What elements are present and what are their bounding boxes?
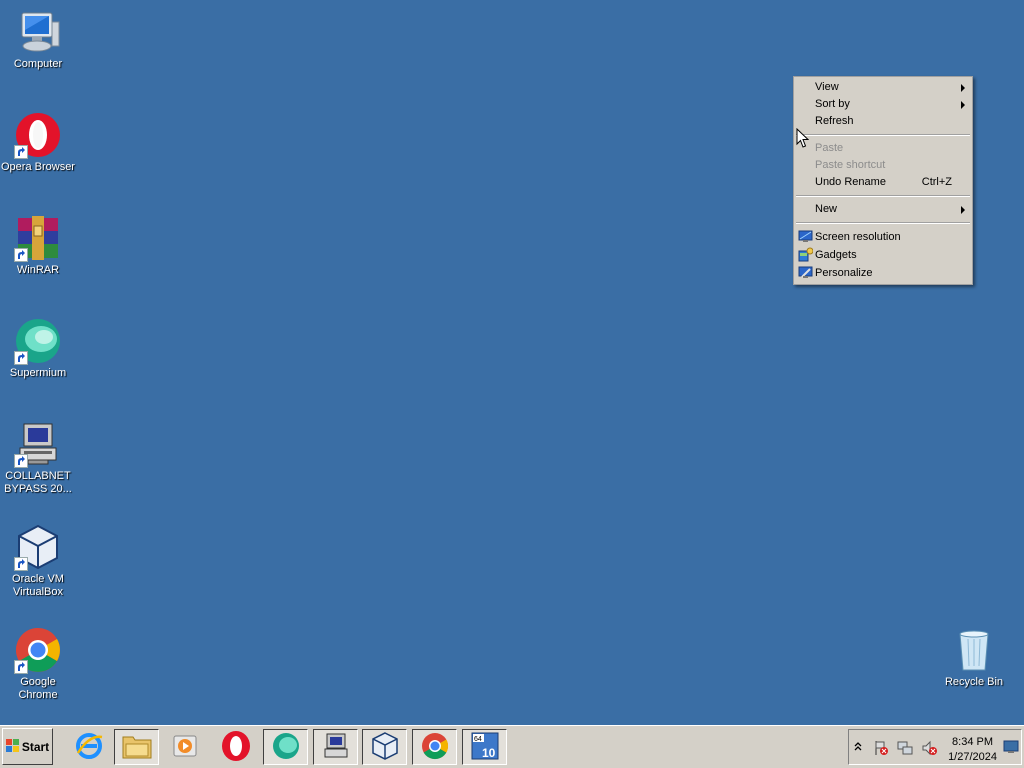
menu-item-label: Gadgets [815, 249, 857, 261]
file-explorer-icon [121, 731, 153, 764]
menu-item-view[interactable]: View [794, 79, 972, 96]
shortcut-arrow-icon [14, 557, 28, 571]
supermium-desktop-icon[interactable]: Supermium [0, 309, 76, 405]
personalize-icon [798, 265, 813, 280]
menu-item-shortcut: Ctrl+Z [921, 176, 952, 188]
menu-separator [796, 134, 970, 136]
show-hidden-icons[interactable] [854, 740, 862, 755]
menu-item-sort-by[interactable]: Sort by [794, 96, 972, 113]
taskbar-media-player[interactable] [162, 729, 207, 765]
shortcut-arrow-icon [14, 454, 28, 468]
network-pc-icon [14, 420, 62, 468]
winrar-desktop-icon[interactable]: WinRAR [0, 206, 76, 302]
menu-item-paste-shortcut: Paste shortcut [794, 157, 972, 174]
supermium-icon [14, 317, 62, 365]
clock[interactable]: 8:34 PM 1/27/2024 [948, 735, 997, 765]
computer-desktop-icon[interactable]: Computer [0, 0, 76, 96]
menu-item-label: Paste [815, 142, 844, 154]
taskbar-supermium[interactable] [263, 729, 308, 765]
screen-resolution-icon [798, 229, 813, 244]
submenu-arrow-icon [961, 84, 965, 92]
menu-separator [796, 222, 970, 224]
menu-item-screen-resolution[interactable]: Screen resolution [794, 228, 972, 246]
app-64-10-icon: 64 10 [470, 731, 500, 764]
desktop-icon-label: Supermium [9, 367, 67, 379]
opera-icon [14, 111, 62, 159]
mouse-pointer-icon [796, 127, 810, 152]
chrome-desktop-icon[interactable]: Google Chrome [0, 618, 76, 714]
menu-item-gadgets[interactable]: Gadgets [794, 246, 972, 264]
opera-icon [220, 730, 252, 765]
desktop-icon-label: COLLABNET BYPASS 20... [4, 470, 72, 495]
menu-item-label: View [815, 81, 839, 93]
collabnet-desktop-icon[interactable]: COLLABNET BYPASS 20... [0, 412, 76, 508]
menu-item-label: Screen resolution [815, 231, 901, 243]
menu-item-label: New [815, 203, 838, 215]
action-center-flag-icon[interactable] [873, 740, 889, 759]
menu-item-personalize[interactable]: Personalize [794, 264, 972, 282]
volume-muted-icon[interactable] [921, 740, 937, 759]
clock-time: 8:34 PM [952, 736, 994, 748]
taskbar-internet-explorer[interactable] [66, 729, 111, 765]
winrar-icon [14, 214, 62, 262]
desktop-icon-label: Computer [13, 58, 63, 70]
desktop-icon-label: WinRAR [16, 264, 60, 276]
desktop-icon-label: Opera Browser [1, 161, 75, 173]
chrome-icon [14, 626, 62, 674]
chrome-icon [420, 731, 450, 764]
shortcut-arrow-icon [14, 660, 28, 674]
taskbar-opera[interactable] [213, 729, 258, 765]
shortcut-arrow-icon [14, 248, 28, 262]
menu-item-new[interactable]: New [794, 201, 972, 218]
menu-item-label: Undo Rename [815, 176, 886, 188]
taskbar-chrome[interactable] [412, 729, 457, 765]
desktop-icon-label: Google Chrome [18, 676, 58, 701]
menu-item-label: Sort by [815, 98, 850, 110]
opera-desktop-icon[interactable]: Opera Browser [0, 103, 76, 199]
virtualbox-icon [370, 731, 400, 764]
submenu-arrow-icon [961, 101, 965, 109]
start-button[interactable]: Start [2, 728, 53, 765]
taskbar: Start 64 10 8:34 PM 1/27/2024 [0, 725, 1024, 768]
shortcut-arrow-icon [14, 145, 28, 159]
desktop-icon-label: Oracle VM VirtualBox [12, 573, 64, 598]
desktop-icon-label: Recycle Bin [944, 676, 1004, 688]
desktop-context-menu: View Sort by Refresh Paste Paste shortcu… [793, 76, 973, 285]
internet-explorer-icon [74, 731, 104, 764]
gadgets-icon [798, 247, 814, 262]
recycle-bin-desktop-icon[interactable]: Recycle Bin [936, 618, 1012, 714]
svg-text:10: 10 [482, 746, 496, 760]
show-desktop-icon[interactable] [1003, 740, 1019, 757]
network-icon[interactable] [897, 740, 913, 759]
recycle-bin-icon [950, 626, 998, 674]
menu-item-undo-rename[interactable]: Undo Rename Ctrl+Z [794, 174, 972, 191]
menu-item-refresh[interactable]: Refresh [794, 113, 972, 130]
svg-text:64: 64 [474, 736, 482, 743]
media-player-icon [171, 732, 199, 763]
taskbar-virtualbox[interactable] [362, 729, 407, 765]
taskbar-app-64-10[interactable]: 64 10 [462, 729, 507, 765]
desktop[interactable]: Computer Opera Browser WinRAR Supermium … [0, 0, 1024, 725]
network-pc-icon [321, 731, 351, 764]
virtualbox-desktop-icon[interactable]: Oracle VM VirtualBox [0, 515, 76, 611]
submenu-arrow-icon [961, 206, 965, 214]
start-label: Start [21, 739, 50, 754]
windows-logo-icon [5, 738, 19, 755]
menu-separator [796, 195, 970, 197]
menu-item-label: Paste shortcut [815, 159, 886, 171]
computer-icon [14, 8, 62, 56]
clock-date: 1/27/2024 [948, 751, 997, 763]
virtualbox-icon [14, 523, 62, 571]
menu-item-label: Personalize [815, 267, 873, 279]
taskbar-file-explorer[interactable] [114, 729, 159, 765]
menu-item-paste: Paste [794, 140, 972, 157]
shortcut-arrow-icon [14, 351, 28, 365]
supermium-icon [271, 731, 301, 764]
taskbar-collabnet[interactable] [313, 729, 358, 765]
menu-item-label: Refresh [815, 115, 854, 127]
system-tray: 8:34 PM 1/27/2024 [848, 729, 1022, 765]
